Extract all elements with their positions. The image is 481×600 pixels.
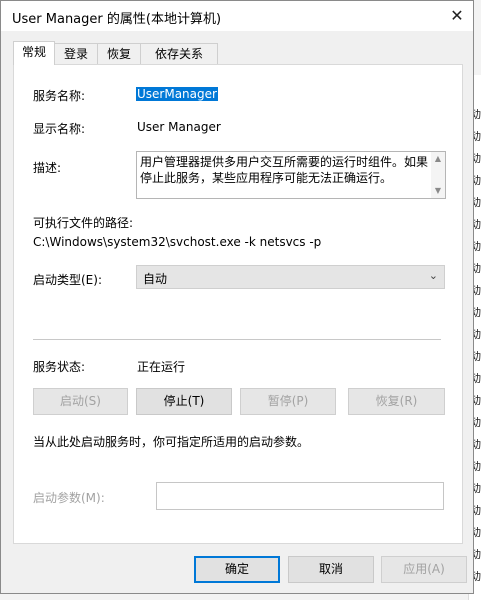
params-label: 启动参数(M):: [33, 491, 105, 505]
description-label: 描述:: [33, 161, 62, 175]
tab-logon[interactable]: 登录: [54, 43, 98, 64]
service-name-label: 服务名称:: [33, 89, 86, 103]
status-label: 服务状态:: [33, 360, 86, 374]
description-text: 用户管理器提供多用户交互所需要的运行时组件。如果停止此服务，某些应用程序可能无法…: [140, 155, 429, 185]
start-button[interactable]: 启动(S): [33, 388, 128, 415]
tab-general[interactable]: 常规: [13, 41, 55, 65]
service-name-value[interactable]: UserManager: [136, 87, 218, 101]
cancel-button[interactable]: 取消: [288, 556, 374, 583]
scroll-up-icon[interactable]: ▲: [431, 152, 445, 166]
description-scrollbar[interactable]: ▲ ▼: [431, 152, 445, 198]
chevron-down-icon: ⌄: [428, 269, 438, 282]
status-value: 正在运行: [137, 360, 186, 374]
properties-dialog: User Manager 的属性(本地计算机) ✕ 常规 登录 恢复 依存关系 …: [0, 0, 474, 594]
stop-button[interactable]: 停止(T): [136, 388, 232, 415]
close-icon: ✕: [450, 6, 464, 25]
display-name-label: 显示名称:: [33, 122, 86, 136]
startup-type-select[interactable]: 自动 ⌄: [136, 265, 445, 289]
path-label: 可执行文件的路径:: [33, 216, 134, 230]
startup-type-value: 自动: [143, 272, 168, 286]
general-panel: 服务名称: UserManager 显示名称: User Manager 描述:…: [13, 64, 463, 544]
display-name-value[interactable]: User Manager: [137, 120, 221, 134]
params-input[interactable]: [156, 482, 444, 510]
resume-button[interactable]: 恢复(R): [348, 388, 445, 415]
scroll-down-icon[interactable]: ▼: [431, 184, 445, 198]
startup-type-label: 启动类型(E):: [33, 273, 102, 287]
pause-button[interactable]: 暂停(P): [240, 388, 336, 415]
divider: [33, 339, 441, 340]
path-value: C:\Windows\system32\svchost.exe -k netsv…: [33, 235, 322, 249]
window-title: User Manager 的属性(本地计算机): [12, 12, 222, 27]
ok-button[interactable]: 确定: [194, 556, 280, 583]
tab-dependencies[interactable]: 依存关系: [140, 43, 218, 64]
description-box[interactable]: 用户管理器提供多用户交互所需要的运行时组件。如果停止此服务，某些应用程序可能无法…: [136, 151, 446, 199]
apply-button[interactable]: 应用(A): [381, 556, 467, 583]
hint-text: 当从此处启动服务时，你可指定所适用的启动参数。: [33, 435, 310, 449]
tab-recovery[interactable]: 恢复: [97, 43, 141, 64]
close-button[interactable]: ✕: [445, 4, 469, 28]
title-bar: User Manager 的属性(本地计算机) ✕: [1, 1, 473, 31]
